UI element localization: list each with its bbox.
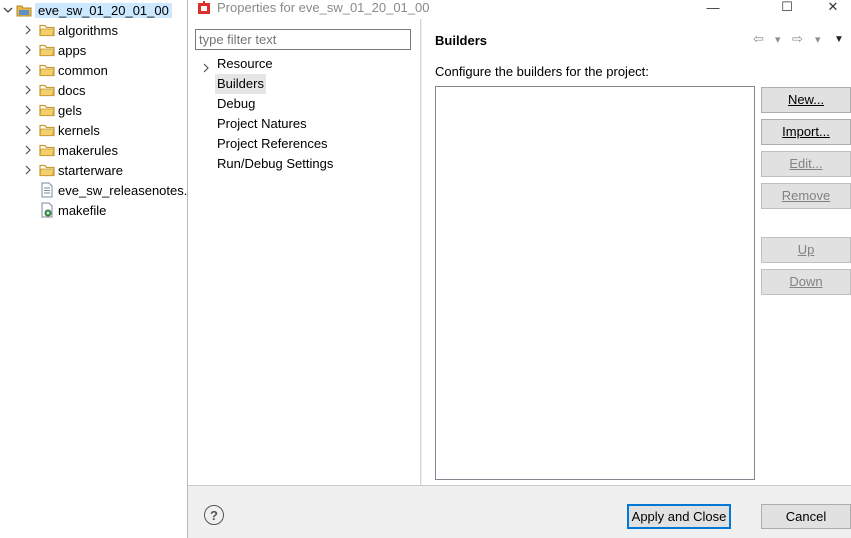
dialog-body: Resource Builders Debug Project Natures … [188, 19, 851, 485]
close-button[interactable]: ✕ [810, 0, 851, 14]
chevron-right-icon[interactable] [23, 60, 33, 80]
tree-item-label: makefile [58, 202, 107, 218]
forward-menu-chevron-icon[interactable]: ▾ [815, 31, 821, 47]
import-button[interactable]: Import... [761, 119, 851, 145]
chevron-right-icon[interactable] [23, 40, 33, 60]
back-arrow-icon[interactable]: ⇦ [753, 31, 764, 47]
chevron-right-icon[interactable] [23, 80, 33, 100]
chevron-down-icon[interactable] [3, 0, 13, 20]
chevron-right-icon[interactable] [23, 140, 33, 160]
folder-icon [39, 102, 55, 118]
tree-item-label: common [58, 62, 108, 78]
tree-item-makefile[interactable]: makefile [23, 200, 106, 220]
tree-item-label: algorithms [58, 22, 118, 38]
chevron-right-icon[interactable] [23, 20, 33, 40]
folder-icon [39, 42, 55, 58]
page-builders[interactable]: Builders [215, 74, 266, 94]
chevron-right-icon[interactable] [201, 63, 211, 73]
minimize-button[interactable]: — [690, 0, 736, 15]
tree-item-apps[interactable]: apps [23, 40, 86, 60]
tree-item-label: eve_sw_releasenotes.p [58, 182, 187, 198]
page-resource[interactable]: Resource [215, 54, 275, 74]
tree-item-label: makerules [58, 142, 118, 158]
tree-item-gels[interactable]: gels [23, 100, 82, 120]
chevron-right-icon[interactable] [23, 100, 33, 120]
folder-icon [39, 122, 55, 138]
builders-list[interactable] [435, 86, 755, 480]
document-file-icon [39, 182, 55, 198]
forward-arrow-icon[interactable]: ⇨ [792, 31, 803, 47]
tree-item-label: kernels [58, 122, 100, 138]
tree-item-kernels[interactable]: kernels [23, 120, 100, 140]
help-icon[interactable]: ? [204, 505, 224, 525]
chevron-right-icon[interactable] [23, 160, 33, 180]
edit-button[interactable]: Edit... [761, 151, 851, 177]
project-folder-icon [16, 2, 32, 18]
page-project-natures[interactable]: Project Natures [215, 114, 309, 134]
folder-icon [39, 22, 55, 38]
tree-item-label: gels [58, 102, 82, 118]
page-run-debug-settings[interactable]: Run/Debug Settings [215, 154, 335, 174]
new-button[interactable]: New... [761, 87, 851, 113]
folder-icon [39, 82, 55, 98]
back-menu-chevron-icon[interactable]: ▾ [775, 31, 781, 47]
dialog-title: Properties for eve_sw_01_20_01_00 [217, 0, 430, 15]
folder-icon [39, 62, 55, 78]
down-button[interactable]: Down [761, 269, 851, 295]
cancel-button[interactable]: Cancel [761, 504, 851, 529]
tree-item-makerules[interactable]: makerules [23, 140, 118, 160]
view-menu-icon[interactable]: ▼ [834, 31, 844, 47]
tree-item-label: apps [58, 42, 87, 58]
footer-separator [188, 485, 851, 486]
properties-app-icon [196, 0, 212, 16]
tree-item-docs[interactable]: docs [23, 80, 85, 100]
remove-button[interactable]: Remove [761, 183, 851, 209]
tree-root-project[interactable]: eve_sw_01_20_01_00 [3, 0, 172, 20]
up-button[interactable]: Up [761, 237, 851, 263]
maximize-button[interactable]: ☐ [764, 0, 810, 14]
page-project-references[interactable]: Project References [215, 134, 330, 154]
folder-icon [39, 162, 55, 178]
page-debug[interactable]: Debug [215, 94, 257, 114]
tree-root-label: eve_sw_01_20_01_00 [35, 2, 172, 18]
project-explorer: eve_sw_01_20_01_00 algorithms apps common d… [0, 0, 187, 538]
tree-item-label: starterware [58, 162, 124, 178]
pane-sash[interactable] [420, 19, 422, 485]
page-title: Builders [435, 33, 488, 48]
tree-item-label: docs [58, 82, 86, 98]
filter-input[interactable] [195, 29, 411, 50]
properties-dialog: Properties for eve_sw_01_20_01_00 — ☐ ✕ … [187, 0, 851, 538]
tree-item-starterware[interactable]: starterware [23, 160, 123, 180]
apply-and-close-button[interactable]: Apply and Close [627, 504, 731, 529]
tree-item-common[interactable]: common [23, 60, 108, 80]
dialog-titlebar[interactable]: Properties for eve_sw_01_20_01_00 — ☐ ✕ [188, 0, 851, 19]
makefile-icon [39, 202, 55, 218]
tree-item-algorithms[interactable]: algorithms [23, 20, 118, 40]
folder-icon [39, 142, 55, 158]
tree-item-eve-sw-releasenotes-p[interactable]: eve_sw_releasenotes.p [23, 180, 187, 200]
page-description: Configure the builders for the project: [435, 64, 649, 79]
chevron-right-icon[interactable] [23, 120, 33, 140]
